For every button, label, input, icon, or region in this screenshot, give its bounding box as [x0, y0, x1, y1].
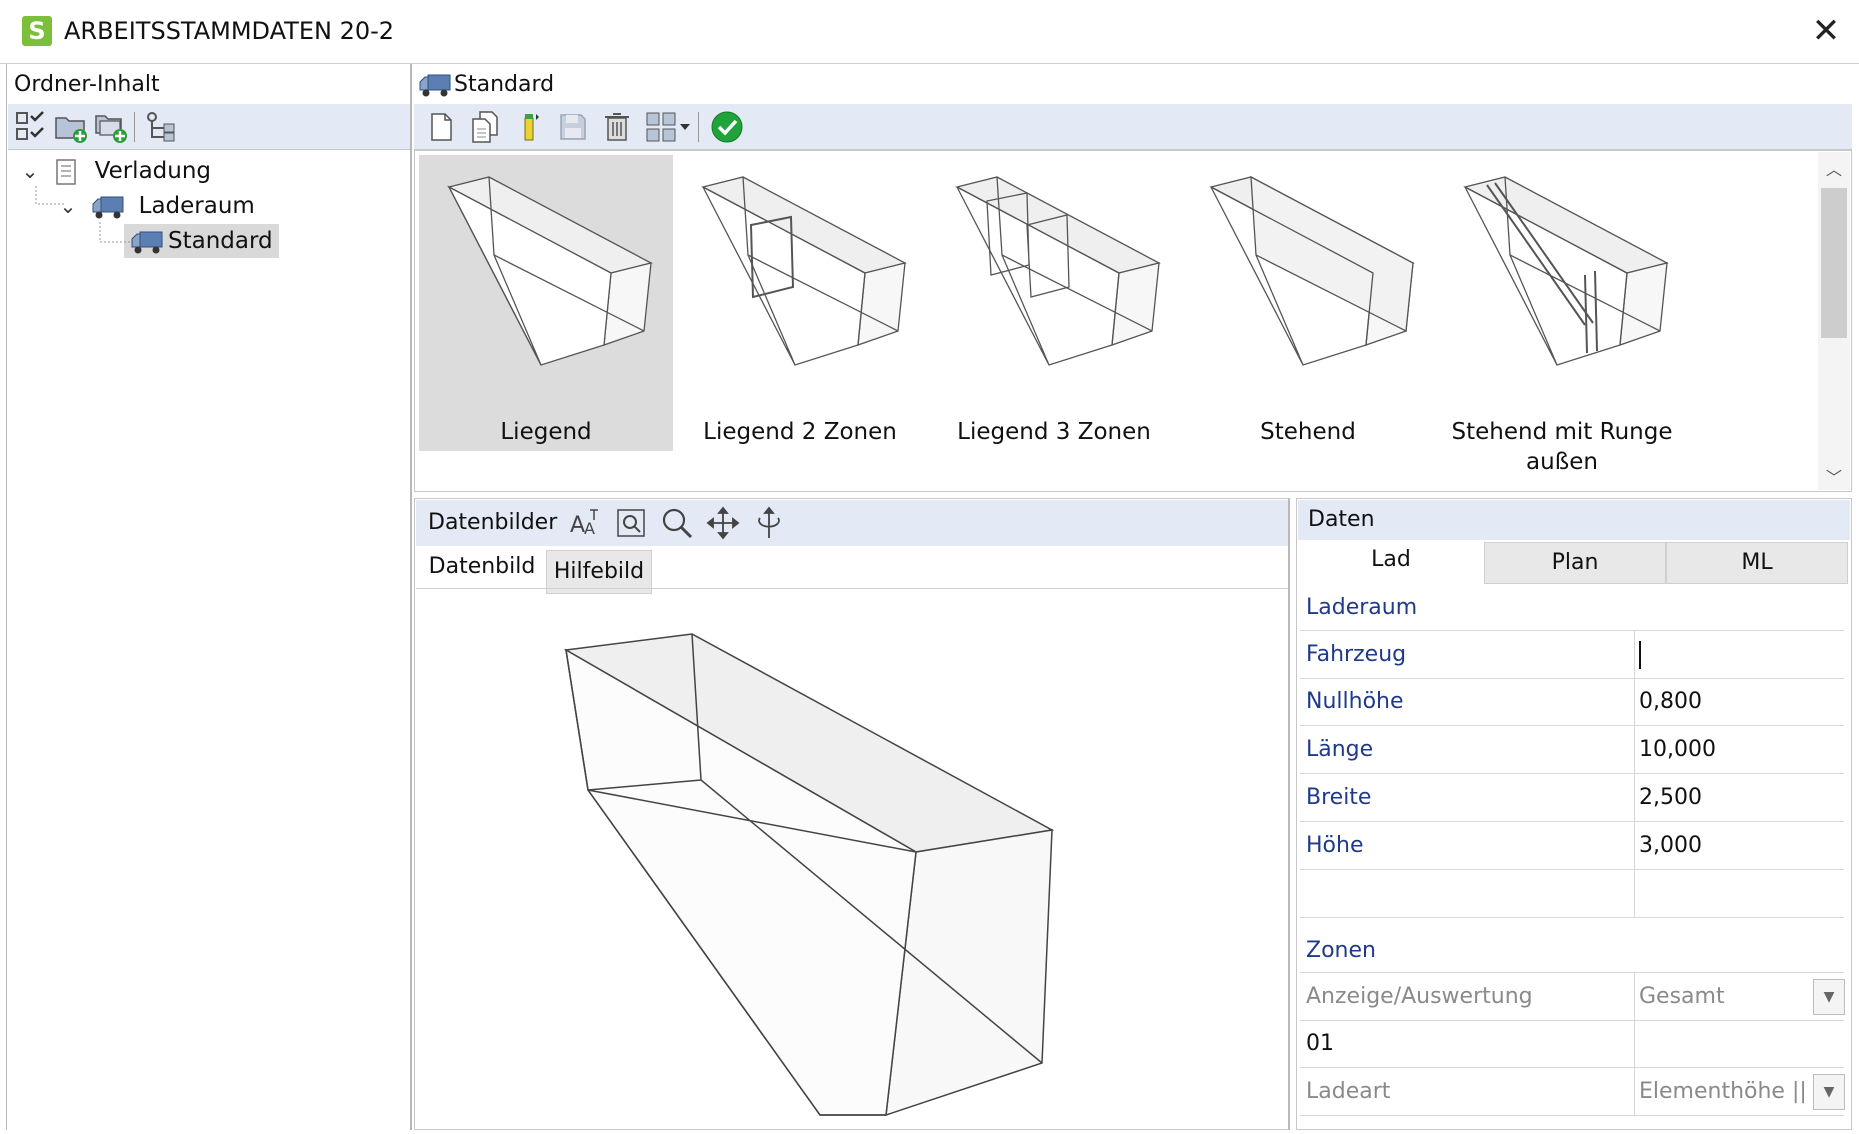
zoom-fit-icon[interactable]: [614, 506, 648, 540]
folder-copy-add-icon[interactable]: [94, 110, 128, 144]
tab-plan[interactable]: Plan: [1484, 542, 1666, 584]
ladeart-select[interactable]: Elementhöhe || L ▼: [1634, 1068, 1849, 1115]
checklist-icon[interactable]: [14, 110, 48, 144]
toolbar-separator: [134, 112, 135, 142]
svg-text:A: A: [570, 513, 585, 538]
fahrzeug-input[interactable]: [1634, 631, 1849, 678]
folder-pane-title: Ordner-Inhalt: [14, 72, 160, 97]
chevron-down-icon[interactable]: ▼: [1813, 1074, 1845, 1110]
toolbar-separator: [698, 112, 699, 142]
tree-item-verladung[interactable]: ⌄ Verladung: [18, 154, 211, 188]
dropdown-arrow-icon[interactable]: [676, 110, 694, 144]
chevron-down-icon[interactable]: ⌄: [18, 154, 42, 188]
folder-toolbar: [8, 104, 410, 150]
record-toolbar: [414, 104, 1852, 150]
select-value: Gesamt: [1639, 984, 1725, 1009]
gallery-item-liegend[interactable]: Liegend: [419, 155, 673, 451]
breite-input[interactable]: 2,500: [1634, 774, 1849, 821]
field-label: Nullhöhe: [1306, 689, 1404, 714]
text-size-icon[interactable]: AA: [568, 506, 602, 540]
tab-lad[interactable]: Lad: [1300, 540, 1482, 580]
box-liegend-3-zonen-icon: [955, 176, 1161, 366]
gallery-item-label: Stehend mit Runge außen: [1451, 419, 1673, 475]
gallery-item-label: Stehend: [1260, 419, 1356, 445]
tree-item-label: Verladung: [94, 158, 212, 184]
text-cursor: [1639, 641, 1641, 669]
document-folder-icon: [56, 158, 77, 185]
container-3d-preview: [563, 633, 1055, 1117]
window-title: ARBEITSSTAMMDATEN 20-2: [64, 17, 395, 45]
daten-title: Daten: [1298, 500, 1850, 540]
save-icon[interactable]: [556, 110, 590, 144]
field-row-empty: [1300, 870, 1844, 918]
edit-icon[interactable]: [512, 110, 546, 144]
select-value: Elementhöhe || L: [1639, 1079, 1827, 1104]
field-row-zone-01: 01: [1300, 1020, 1844, 1068]
ok-check-icon[interactable]: [710, 110, 744, 144]
tree-item-label: Laderaum: [138, 193, 255, 219]
gallery-item-label: Liegend: [500, 419, 592, 445]
zone-01-value[interactable]: [1634, 1020, 1849, 1067]
scroll-up-icon[interactable]: ︿: [1818, 156, 1850, 180]
box-stehend-runge-icon: [1463, 176, 1669, 366]
section-zonen: Zonen: [1306, 938, 1376, 963]
rotate-icon[interactable]: [752, 506, 786, 540]
truck-icon: [419, 74, 451, 97]
field-label: Breite: [1306, 785, 1372, 810]
scrollbar-thumb[interactable]: [1821, 188, 1847, 338]
copy-doc-icon[interactable]: [468, 110, 502, 144]
section-laderaum: Laderaum: [1306, 595, 1418, 620]
nullhoehe-input[interactable]: 0,800: [1634, 678, 1849, 725]
chevron-down-icon[interactable]: ▼: [1813, 979, 1845, 1015]
field-row-fahrzeug: Fahrzeug: [1300, 630, 1844, 679]
field-row-hoehe: Höhe 3,000: [1300, 822, 1844, 870]
tab-divider: [416, 588, 1288, 589]
gallery-item-stehend[interactable]: Stehend: [1181, 155, 1435, 451]
box-stehend-icon: [1209, 175, 1415, 366]
close-icon[interactable]: ✕: [1808, 12, 1844, 50]
scroll-down-icon[interactable]: ﹀: [1818, 464, 1850, 488]
app-logo-icon: S: [22, 16, 52, 46]
svg-text:A: A: [584, 519, 595, 538]
gallery-item-stehend-mit-runge-aussen[interactable]: Stehend mit Runge außen: [1435, 155, 1689, 475]
datenbild-canvas[interactable]: [416, 590, 1288, 1130]
record-header: Standard: [414, 66, 1852, 104]
record-title: Standard: [454, 72, 555, 97]
field-label: 01: [1306, 1031, 1334, 1056]
field-row-anzeige: Anzeige/Auswertung Gesamt ▼: [1300, 972, 1845, 1021]
gallery-item-liegend-3-zonen[interactable]: Liegend 3 Zonen: [927, 155, 1181, 451]
datenbilder-tabs: Datenbild Hilfebild: [416, 546, 1288, 594]
gallery-item-label: Liegend 2 Zonen: [703, 419, 897, 445]
field-label: Höhe: [1306, 833, 1364, 858]
tree-view-icon[interactable]: [144, 110, 178, 144]
field-row-breite: Breite 2,500: [1300, 774, 1844, 822]
gallery-item-liegend-2-zonen[interactable]: Liegend 2 Zonen: [673, 155, 927, 451]
tab-datenbild[interactable]: Datenbild: [426, 546, 538, 588]
field-row-ladeart: Ladeart Elementhöhe || L ▼: [1300, 1068, 1845, 1116]
gallery-item-label: Liegend 3 Zonen: [957, 419, 1151, 445]
field-label: Fahrzeug: [1306, 642, 1407, 667]
field-label: Länge: [1306, 737, 1374, 762]
box-liegend-2-zonen-icon: [701, 176, 907, 366]
field-row-nullhoehe: Nullhöhe 0,800: [1300, 678, 1844, 726]
view-mode-icon[interactable]: [644, 110, 678, 144]
tree-lines: [35, 186, 130, 243]
hoehe-input[interactable]: 3,000: [1634, 822, 1849, 869]
zoom-icon[interactable]: [660, 506, 694, 540]
anzeige-select[interactable]: Gesamt ▼: [1634, 973, 1849, 1020]
delete-icon[interactable]: [600, 110, 634, 144]
box-liegend-icon: [447, 176, 653, 366]
datenbilder-title: Datenbilder: [428, 510, 558, 535]
tab-ml[interactable]: ML: [1666, 542, 1848, 584]
tree-item-label: Standard: [168, 228, 273, 254]
field-row-laenge: Länge 10,000: [1300, 726, 1844, 774]
empty-cell: [1634, 870, 1849, 917]
pan-icon[interactable]: [706, 506, 740, 540]
new-doc-icon[interactable]: [424, 110, 458, 144]
field-label: Anzeige/Auswertung: [1306, 984, 1533, 1009]
field-label: Ladeart: [1306, 1079, 1391, 1104]
laenge-input[interactable]: 10,000: [1634, 726, 1849, 773]
folder-add-icon[interactable]: [54, 110, 88, 144]
template-gallery: Liegend Liegend 2 Zonen Liegend 3 Zonen: [414, 150, 1852, 492]
